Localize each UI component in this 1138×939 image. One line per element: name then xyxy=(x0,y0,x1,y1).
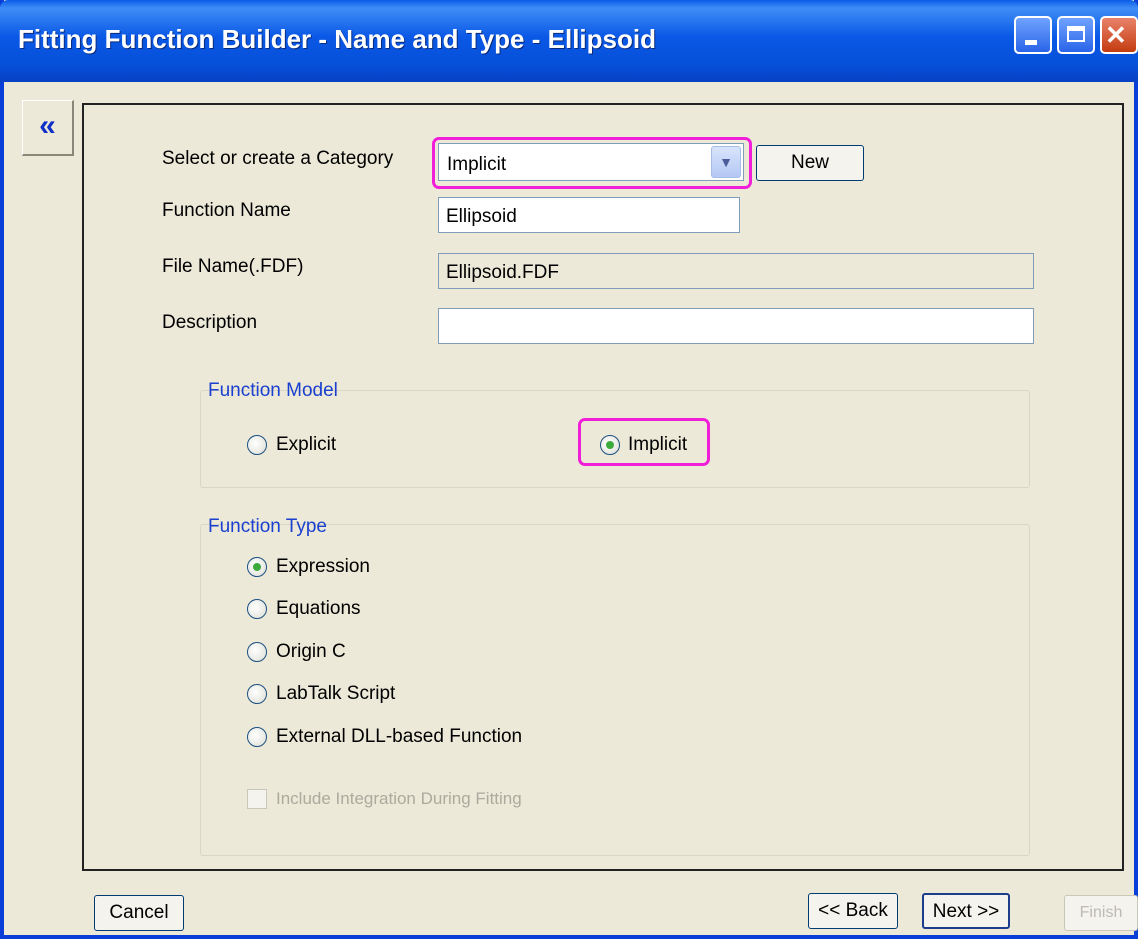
minimize-icon[interactable] xyxy=(1014,16,1052,54)
file-name-label: File Name(.FDF) xyxy=(162,256,304,277)
category-label: Select or create a Category xyxy=(162,148,394,169)
file-name-field: Ellipsoid.FDF xyxy=(438,253,1034,289)
title-bar[interactable]: Fitting Function Builder - Name and Type… xyxy=(0,0,1138,82)
function-model-title: Function Model xyxy=(208,380,338,401)
finish-button[interactable]: Finish xyxy=(1064,895,1138,931)
cancel-button[interactable]: Cancel xyxy=(94,895,184,931)
equations-radio-label: Equations xyxy=(276,598,361,619)
category-highlight xyxy=(432,137,752,189)
back-button[interactable]: << Back xyxy=(808,893,898,929)
maximize-icon[interactable] xyxy=(1057,16,1095,54)
expression-radio-label: Expression xyxy=(276,556,370,577)
external-dll-radio-label: External DLL-based Function xyxy=(276,726,523,747)
include-integration-checkbox[interactable] xyxy=(247,789,267,809)
explicit-radio-label: Explicit xyxy=(276,434,337,455)
include-integration-label: Include Integration During Fitting xyxy=(276,789,522,808)
external-dll-radio[interactable] xyxy=(247,727,267,747)
expression-radio[interactable] xyxy=(247,557,267,577)
function-name-field[interactable]: Ellipsoid xyxy=(438,197,740,233)
function-name-label: Function Name xyxy=(162,200,291,221)
origin-c-radio[interactable] xyxy=(247,642,267,662)
description-field[interactable] xyxy=(438,308,1034,344)
implicit-radio-label: Implicit xyxy=(628,434,688,455)
labtalk-script-radio[interactable] xyxy=(247,684,267,704)
labtalk-script-radio-label: LabTalk Script xyxy=(276,683,396,704)
equations-radio[interactable] xyxy=(247,599,267,619)
function-type-title: Function Type xyxy=(208,516,328,537)
fitting-function-builder-window: Fitting Function Builder - Name and Type… xyxy=(0,0,1138,939)
window-title: Fitting Function Builder - Name and Type… xyxy=(18,24,656,54)
implicit-radio[interactable] xyxy=(600,435,620,455)
collapse-panel-button[interactable]: « xyxy=(22,100,74,156)
explicit-radio[interactable] xyxy=(247,435,267,455)
next-button[interactable]: Next >> xyxy=(922,893,1010,929)
description-label: Description xyxy=(162,312,258,333)
close-icon[interactable]: ✕ xyxy=(1100,16,1138,54)
new-category-button[interactable]: New xyxy=(756,145,864,181)
origin-c-radio-label: Origin C xyxy=(276,641,346,662)
